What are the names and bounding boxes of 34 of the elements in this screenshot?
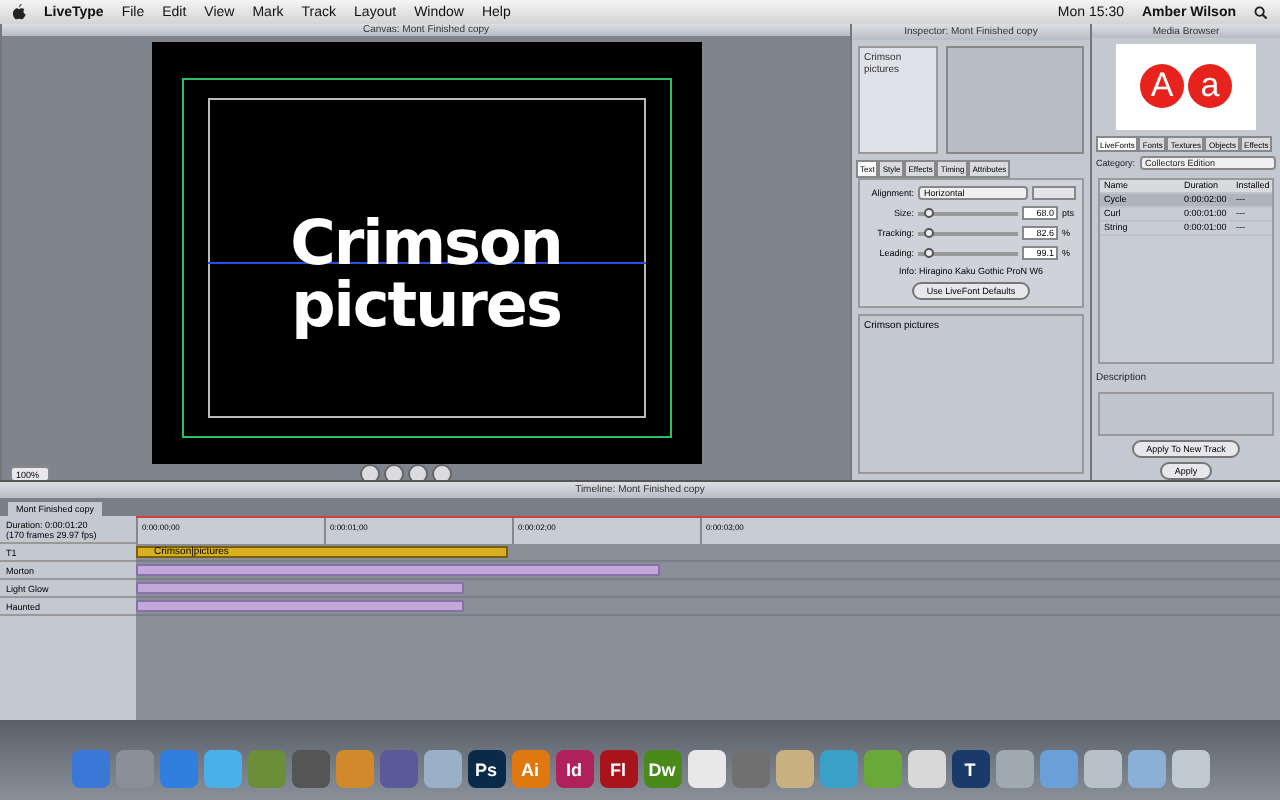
font-glyph: a xyxy=(1188,64,1232,109)
effect-bar[interactable] xyxy=(136,582,464,594)
slider-thumb[interactable] xyxy=(923,207,933,217)
app-icon[interactable]: Id xyxy=(555,750,593,788)
slider-thumb[interactable] xyxy=(923,247,933,257)
app-icon[interactable] xyxy=(1171,750,1209,788)
app-icon[interactable] xyxy=(995,750,1033,788)
slider-thumb[interactable] xyxy=(923,227,933,237)
app-icon[interactable] xyxy=(1039,750,1077,788)
search-icon[interactable] xyxy=(1254,5,1268,19)
preview-area xyxy=(946,46,1084,154)
canvas-title-text[interactable]: Crimson pictures xyxy=(290,213,562,337)
app-icon[interactable] xyxy=(291,750,329,788)
app-icon[interactable] xyxy=(379,750,417,788)
app-icon[interactable] xyxy=(907,750,945,788)
app-icon[interactable] xyxy=(1127,750,1165,788)
app-icon[interactable] xyxy=(819,750,857,788)
font-glyph: A xyxy=(1140,64,1184,109)
app-icon[interactable]: T xyxy=(951,750,989,788)
app-icon[interactable]: Fl xyxy=(599,750,637,788)
app-icon[interactable] xyxy=(775,750,813,788)
app-icon[interactable]: Dw xyxy=(643,750,681,788)
app-icon[interactable] xyxy=(203,750,241,788)
track-list-panel xyxy=(0,616,136,720)
effect-bar[interactable] xyxy=(136,600,464,612)
apple-icon[interactable] xyxy=(12,4,26,20)
alignment-buttons[interactable] xyxy=(1032,186,1076,200)
effect-bar[interactable] xyxy=(136,564,660,576)
app-icon[interactable] xyxy=(335,750,373,788)
app-icon[interactable] xyxy=(863,750,901,788)
app-icon[interactable]: Ps xyxy=(467,750,505,788)
app-icon[interactable] xyxy=(687,750,725,788)
app-icon[interactable] xyxy=(423,750,461,788)
app-icon[interactable] xyxy=(1083,750,1121,788)
